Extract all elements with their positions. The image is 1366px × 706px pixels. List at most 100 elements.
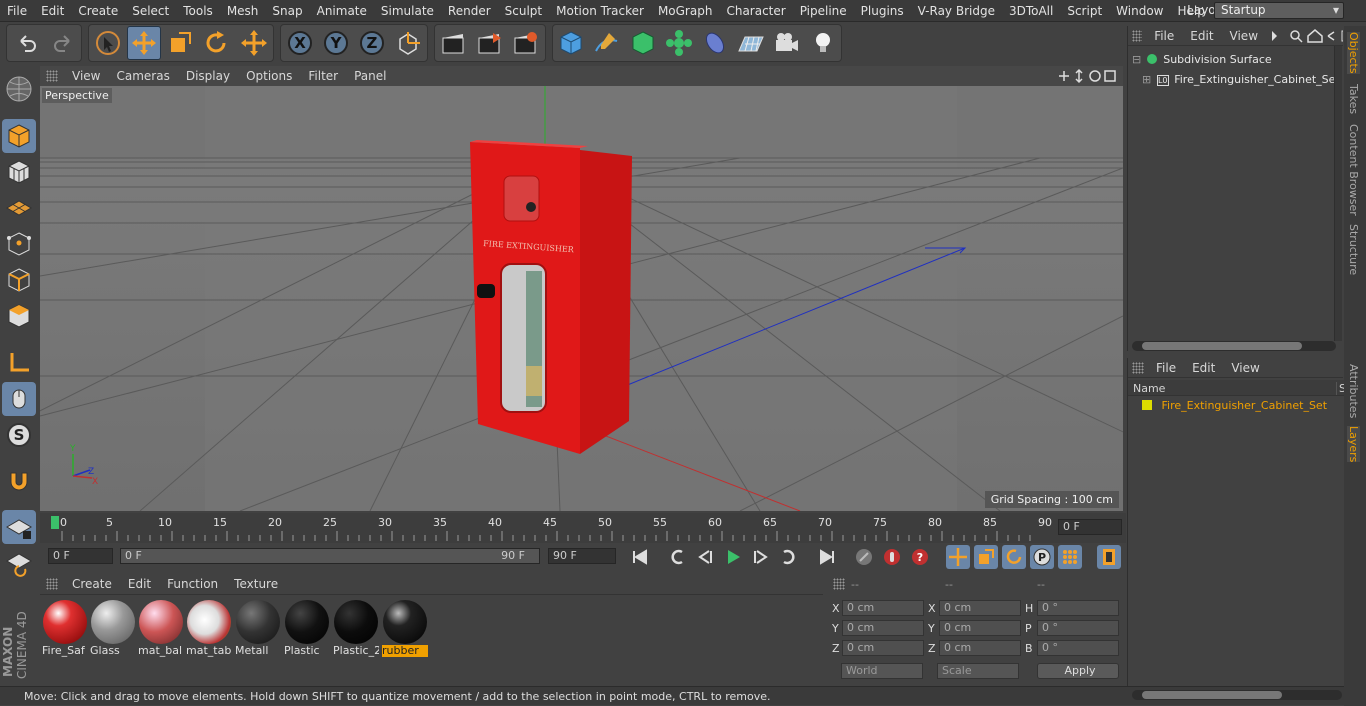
tree-expand-icon[interactable]: ⊞: [1142, 73, 1151, 86]
current-frame-field[interactable]: 0 F: [1058, 519, 1122, 535]
tab-content-browser[interactable]: Content Browser: [1347, 124, 1360, 216]
grip-icon[interactable]: [1132, 29, 1143, 42]
goto-start-button[interactable]: [628, 545, 652, 569]
viewport-menu-display[interactable]: Display: [178, 69, 238, 83]
menu-vray-bridge[interactable]: V-Ray Bridge: [911, 4, 1002, 18]
tab-takes[interactable]: Takes: [1347, 84, 1360, 114]
record-button[interactable]: [880, 545, 904, 569]
menu-animate[interactable]: Animate: [310, 4, 374, 18]
snap-button[interactable]: [2, 464, 36, 498]
enable-axis-button[interactable]: [2, 346, 36, 380]
menu-create[interactable]: Create: [71, 4, 125, 18]
material-menu-create[interactable]: Create: [64, 577, 120, 591]
grip-icon[interactable]: [46, 577, 58, 590]
play-button[interactable]: [721, 545, 745, 569]
layers-hscroll[interactable]: [1132, 690, 1342, 700]
material-mat-tab[interactable]: mat_tab: [186, 599, 232, 657]
name-column-header[interactable]: Name: [1133, 382, 1165, 395]
tweak-mode-button[interactable]: [2, 382, 36, 416]
menu-3dtoall[interactable]: 3DToAll: [1002, 4, 1060, 18]
menu-render[interactable]: Render: [441, 4, 498, 18]
render-settings-button[interactable]: [508, 26, 542, 60]
keyframe-mode-button[interactable]: [852, 545, 876, 569]
material-fire-saf[interactable]: Fire_Saf: [42, 599, 88, 657]
timeline-button[interactable]: [1097, 545, 1121, 569]
edges-mode-button[interactable]: [2, 263, 36, 297]
size-y-field[interactable]: 0 cm: [939, 620, 1021, 636]
redo-button[interactable]: [46, 26, 80, 60]
undo-button[interactable]: [10, 26, 44, 60]
x-axis-lock-button[interactable]: X: [283, 26, 317, 60]
tab-layers[interactable]: Layers: [1347, 426, 1360, 463]
menu-sculpt[interactable]: Sculpt: [498, 4, 549, 18]
menu-simulate[interactable]: Simulate: [374, 4, 441, 18]
menu-snap[interactable]: Snap: [265, 4, 309, 18]
add-nurbs-button[interactable]: [626, 26, 660, 60]
objects-menu-file[interactable]: File: [1146, 29, 1182, 43]
polygons-mode-button[interactable]: [2, 299, 36, 333]
z-axis-lock-button[interactable]: Z: [355, 26, 389, 60]
apply-button[interactable]: Apply: [1037, 663, 1119, 679]
tab-objects[interactable]: Objects: [1347, 32, 1360, 74]
texture-mode-button[interactable]: [2, 155, 36, 189]
size-mode-dropdown[interactable]: Scale: [937, 663, 1019, 679]
key-parameter-button[interactable]: P: [1030, 545, 1054, 569]
position-x-field[interactable]: 0 cm: [842, 600, 924, 616]
rotation-b-field[interactable]: 0 °: [1037, 640, 1119, 656]
goto-end-button[interactable]: [815, 545, 839, 569]
viewport-perspective[interactable]: FIRE EXTINGUISHER Y Z X Perspective Grid…: [40, 86, 1123, 511]
grip-icon[interactable]: [833, 578, 845, 590]
add-environment-button[interactable]: [734, 26, 768, 60]
objects-toolbar-icons[interactable]: [1270, 28, 1343, 44]
add-cube-button[interactable]: [554, 26, 588, 60]
scale-tool-button[interactable]: [163, 26, 197, 60]
key-pla-button[interactable]: [1058, 545, 1082, 569]
viewport-menu-view[interactable]: View: [64, 69, 108, 83]
coordinate-system-button[interactable]: [391, 26, 425, 60]
rotation-h-field[interactable]: 0 °: [1037, 600, 1119, 616]
menu-file[interactable]: File: [0, 4, 34, 18]
material-plastic-2[interactable]: Plastic_2: [333, 599, 379, 657]
next-key-button[interactable]: [777, 545, 801, 569]
viewport-nav-icons[interactable]: [1059, 68, 1119, 84]
material-plastic[interactable]: Plastic: [284, 599, 330, 657]
position-y-field[interactable]: 0 cm: [842, 620, 924, 636]
layer-row-cabinet[interactable]: Fire_Extinguisher_Cabinet_Set: [1142, 399, 1327, 412]
rotation-p-field[interactable]: 0 °: [1037, 620, 1119, 636]
menu-plugins[interactable]: Plugins: [854, 4, 911, 18]
material-metall[interactable]: Metall: [235, 599, 281, 657]
start-frame-field[interactable]: 0 F: [48, 548, 113, 564]
menu-motion-tracker[interactable]: Motion Tracker: [549, 4, 651, 18]
tab-structure[interactable]: Structure: [1347, 224, 1360, 275]
add-deformer-button[interactable]: [698, 26, 732, 60]
objects-hscroll[interactable]: [1132, 341, 1336, 351]
points-mode-button[interactable]: [2, 227, 36, 261]
objects-menu-edit[interactable]: Edit: [1182, 29, 1221, 43]
autokey-button[interactable]: ?: [908, 545, 932, 569]
menu-window[interactable]: Window: [1109, 4, 1170, 18]
camera-label[interactable]: Perspective: [42, 88, 112, 103]
menu-mesh[interactable]: Mesh: [220, 4, 266, 18]
menu-select[interactable]: Select: [125, 4, 176, 18]
add-spline-button[interactable]: [590, 26, 624, 60]
add-light-button[interactable]: [806, 26, 840, 60]
coord-mode-dropdown[interactable]: World: [841, 663, 923, 679]
viewport-menu-filter[interactable]: Filter: [300, 69, 346, 83]
layers-menu-edit[interactable]: Edit: [1184, 361, 1223, 375]
quantize-button[interactable]: [2, 546, 36, 580]
grip-icon[interactable]: [1132, 361, 1144, 374]
objects-vscroll[interactable]: [1334, 46, 1342, 341]
grip-icon[interactable]: [46, 70, 58, 82]
position-z-field[interactable]: 0 cm: [842, 640, 924, 656]
material-menu-edit[interactable]: Edit: [120, 577, 159, 591]
tab-attributes[interactable]: Attributes: [1347, 364, 1360, 418]
make-editable-button[interactable]: [2, 72, 36, 106]
viewport-menu-cameras[interactable]: Cameras: [108, 69, 177, 83]
prev-frame-button[interactable]: [693, 545, 717, 569]
timeline-ruler[interactable]: 0 5 10 15 20 25 30 35 40 45 50 55 60 65 …: [40, 513, 1126, 543]
object-row-cabinet[interactable]: ⊞ L0 Fire_Extinguisher_Cabinet_Set: [1142, 73, 1340, 86]
next-frame-button[interactable]: [749, 545, 773, 569]
menu-script[interactable]: Script: [1060, 4, 1109, 18]
objects-menu-view[interactable]: View: [1222, 29, 1266, 43]
layers-menu-file[interactable]: File: [1148, 361, 1184, 375]
